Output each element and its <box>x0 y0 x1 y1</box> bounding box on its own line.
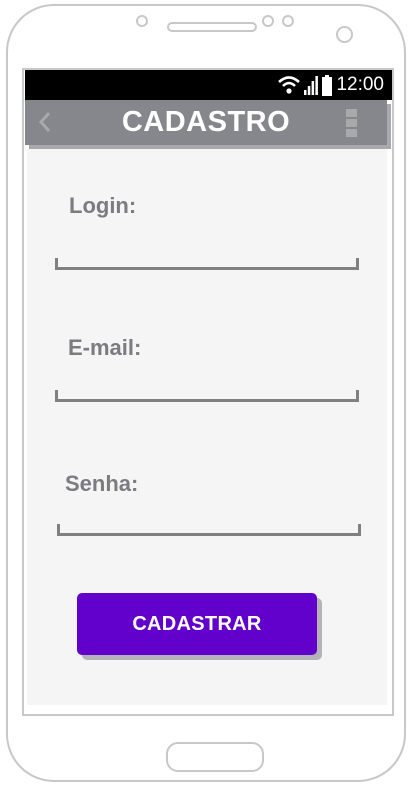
front-camera <box>336 26 353 43</box>
email-label: E-mail: <box>68 335 142 360</box>
app-bar: CADASTRO <box>25 100 387 145</box>
password-field[interactable] <box>57 524 361 536</box>
register-button[interactable]: CADASTRAR <box>77 593 317 655</box>
sensor-dot <box>136 15 148 27</box>
sensor-dot <box>262 15 274 27</box>
login-field[interactable] <box>55 258 359 270</box>
page-title: CADASTRO <box>121 106 291 138</box>
signal-icon <box>304 76 319 95</box>
sensor-dot <box>282 15 294 27</box>
home-button[interactable] <box>166 742 264 772</box>
more-vert-icon[interactable] <box>345 108 359 138</box>
email-field[interactable] <box>55 390 359 402</box>
speaker-grill <box>167 22 257 32</box>
status-bar: 12:00 <box>25 70 392 100</box>
wifi-icon <box>278 76 301 94</box>
password-label: Senha: <box>65 471 139 496</box>
battery-icon <box>322 74 333 96</box>
login-label: Login: <box>69 193 137 218</box>
clock: 12:00 <box>336 74 384 95</box>
